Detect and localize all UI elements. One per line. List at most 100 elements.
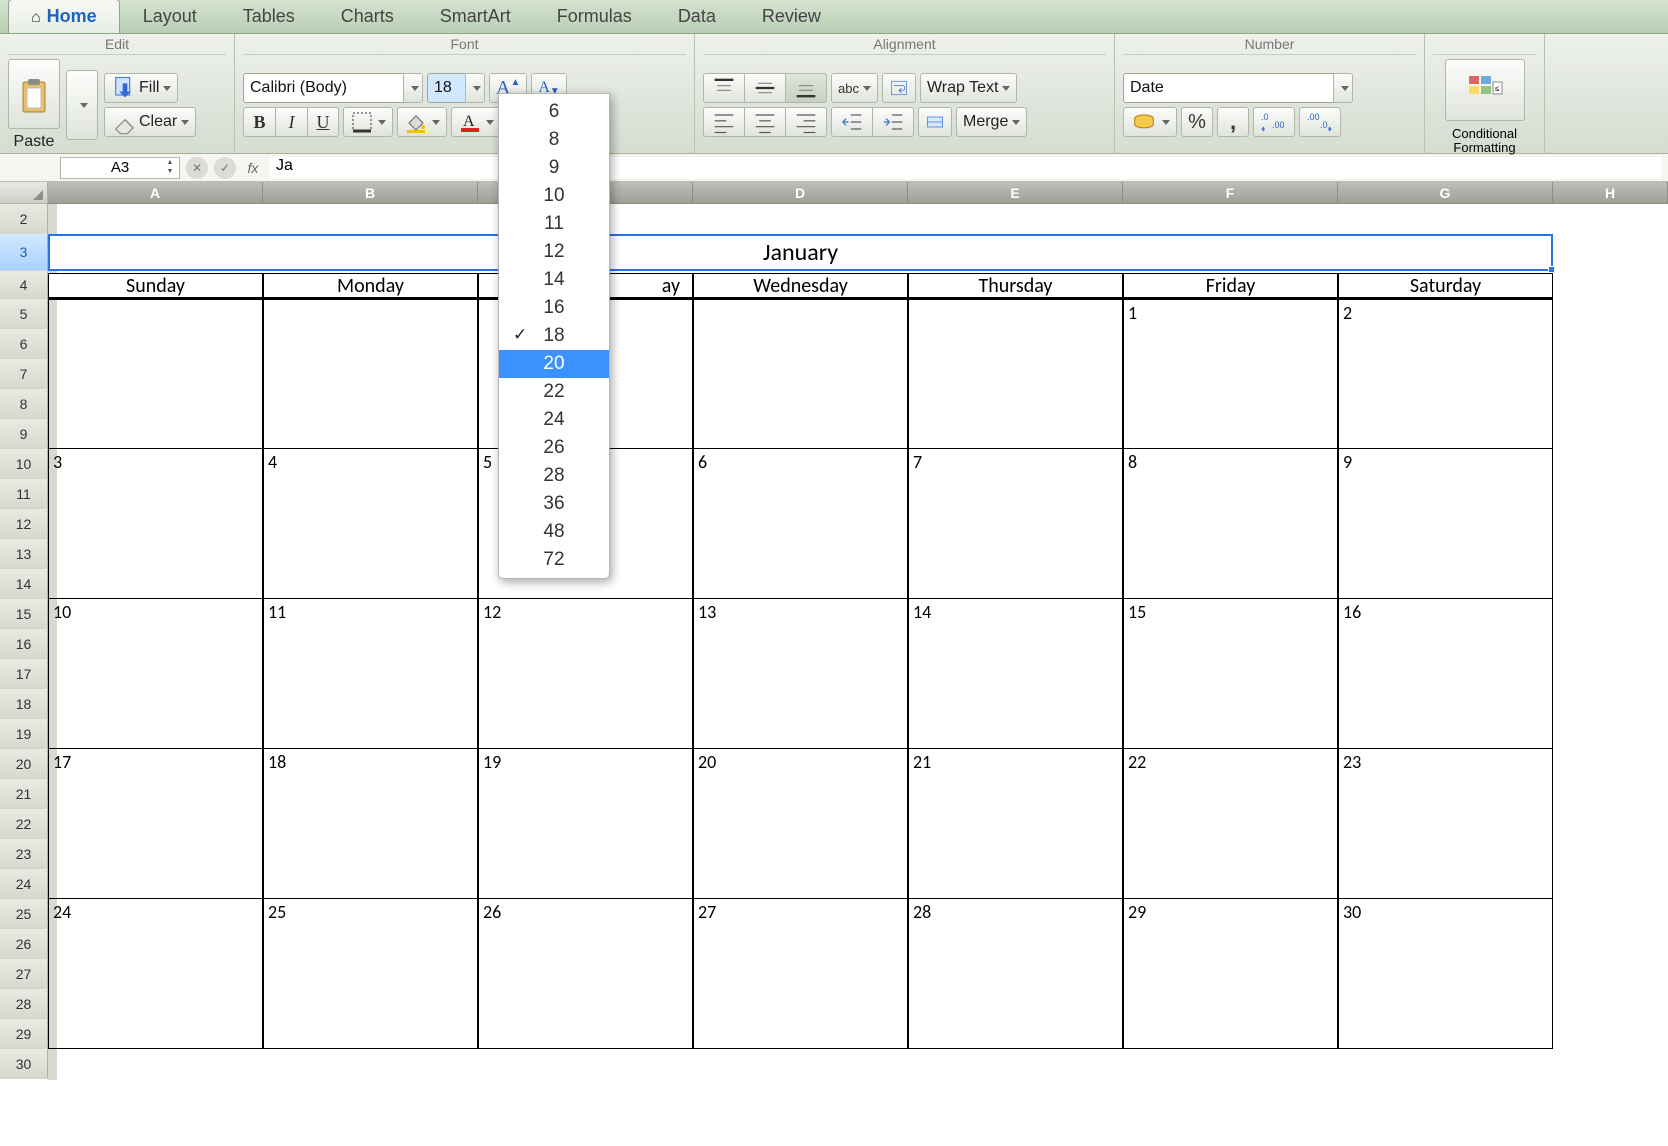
calendar-cell[interactable]: 28 [908,899,1123,1049]
name-box-stepper[interactable]: ▲▼ [163,159,177,177]
calendar-cell[interactable]: 25 [263,899,478,1049]
col-header[interactable]: G [1338,182,1553,204]
calendar-cell[interactable]: 16 [1338,599,1553,749]
confirm-button[interactable]: ✓ [214,157,236,179]
row-header[interactable]: 15 [0,599,48,629]
calendar-cell[interactable]: 30 [1338,899,1553,1049]
font-size-option[interactable]: 72 [499,546,609,574]
font-size-option[interactable]: 8 [499,126,609,154]
font-name-dropdown[interactable] [403,73,423,103]
col-header[interactable]: F [1123,182,1338,204]
font-size-option[interactable]: 24 [499,406,609,434]
calendar-cell[interactable]: 3 [48,449,263,599]
row-header[interactable]: 11 [0,479,48,509]
row-header[interactable]: 21 [0,779,48,809]
row-header[interactable]: 10 [0,449,48,479]
font-size-option[interactable]: 36 [499,490,609,518]
decrease-indent-button[interactable] [831,107,872,137]
merge-button[interactable]: Merge [956,107,1027,137]
calendar-cell[interactable]: 27 [693,899,908,1049]
row-header[interactable]: 24 [0,869,48,899]
tab-data[interactable]: Data [655,0,739,33]
calendar-cell[interactable]: 14 [908,599,1123,749]
merge-icon-button[interactable] [918,107,952,137]
calendar-cell[interactable]: 29 [1123,899,1338,1049]
tab-smartart[interactable]: SmartArt [417,0,534,33]
col-header[interactable]: A [48,182,263,204]
font-size-option[interactable]: 11 [499,210,609,238]
row-header[interactable]: 18 [0,689,48,719]
font-size-option[interactable]: 28 [499,462,609,490]
row-header[interactable]: 12 [0,509,48,539]
font-size-dropdown-menu[interactable]: 6891011121416182022242628364872 [498,93,610,579]
font-size-option[interactable]: 20 [499,350,609,378]
col-header[interactable]: D [693,182,908,204]
underline-button[interactable]: U [307,107,339,137]
border-button[interactable] [343,107,393,137]
font-size-option[interactable]: 12 [499,238,609,266]
font-size-option[interactable]: 10 [499,182,609,210]
fx-button[interactable]: fx [242,157,264,179]
calendar-cell[interactable]: 9 [1338,449,1553,599]
halign-center-button[interactable] [744,107,785,137]
font-size-option[interactable]: 16 [499,294,609,322]
calendar-cell[interactable]: 11 [263,599,478,749]
fill-color-button[interactable] [397,107,447,137]
row-header[interactable]: 8 [0,389,48,419]
row-header[interactable]: 3 [0,234,48,271]
conditional-formatting-button[interactable]: ≤ [1445,59,1525,121]
calendar-cell[interactable]: 10 [48,599,263,749]
row-header[interactable]: 17 [0,659,48,689]
font-size-input[interactable] [427,73,465,103]
calendar-cell[interactable]: 21 [908,749,1123,899]
calendar-cell[interactable]: 1 [1123,299,1338,449]
row-header[interactable]: 6 [0,329,48,359]
calendar-cell[interactable]: 8 [1123,449,1338,599]
clear-button[interactable]: Clear [104,107,196,137]
font-name-input[interactable] [243,73,403,103]
tab-formulas[interactable]: Formulas [534,0,655,33]
row-header[interactable]: 19 [0,719,48,749]
font-size-dropdown[interactable] [465,73,485,103]
font-size-option[interactable]: 22 [499,378,609,406]
wrap-text-icon-button[interactable] [882,73,916,103]
row-header[interactable]: 13 [0,539,48,569]
row-header[interactable]: 23 [0,839,48,869]
font-name-combo[interactable] [243,73,423,103]
valign-middle-button[interactable] [744,73,785,103]
font-color-button[interactable]: A [451,107,501,137]
row-header[interactable]: 7 [0,359,48,389]
tab-layout[interactable]: Layout [120,0,220,33]
col-header[interactable]: E [908,182,1123,204]
number-format-dropdown[interactable] [1333,73,1353,103]
calendar-cell[interactable]: 18 [263,749,478,899]
row-header[interactable]: 26 [0,929,48,959]
increase-decimal-button[interactable]: .0.00 [1253,107,1295,137]
calendar-cell[interactable]: 4 [263,449,478,599]
calendar-cell[interactable]: 19 [478,749,693,899]
select-all-corner[interactable] [0,182,48,204]
calendar-cell[interactable]: 2 [1338,299,1553,449]
calendar-title-cell[interactable]: January [48,234,1553,271]
calendar-cell[interactable]: 24 [48,899,263,1049]
valign-bottom-button[interactable] [785,73,827,103]
calendar-cell[interactable] [263,299,478,449]
tab-charts[interactable]: Charts [318,0,417,33]
calendar-cell[interactable]: 20 [693,749,908,899]
number-format-combo[interactable] [1123,73,1353,103]
calendar-cell[interactable]: 17 [48,749,263,899]
calendar-cell[interactable]: 26 [478,899,693,1049]
selection-handle[interactable] [1548,266,1555,273]
name-box[interactable]: A3 ▲▼ [60,157,180,179]
calendar-cell[interactable]: 12 [478,599,693,749]
valign-top-button[interactable] [703,73,744,103]
font-size-option[interactable]: 48 [499,518,609,546]
paste-button[interactable] [8,59,60,129]
halign-right-button[interactable] [785,107,827,137]
font-size-option[interactable]: 18 [499,322,609,350]
font-size-option[interactable]: 26 [499,434,609,462]
calendar-cell[interactable] [908,299,1123,449]
row-header[interactable]: 14 [0,569,48,599]
number-format-input[interactable] [1123,73,1333,103]
row-header[interactable]: 30 [0,1049,48,1079]
